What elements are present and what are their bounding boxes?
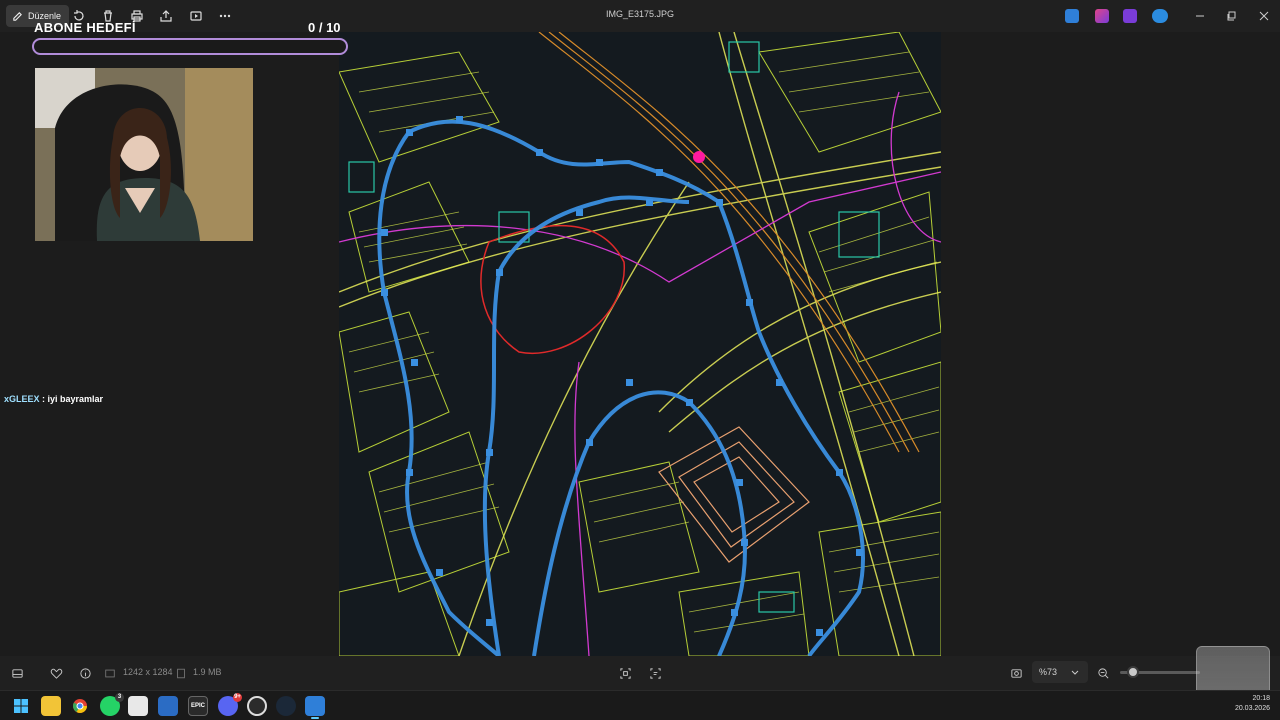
close-icon (1259, 11, 1269, 21)
clipchamp-icon[interactable] (1123, 9, 1137, 23)
maximize-icon (1227, 11, 1236, 21)
minimize-button[interactable] (1192, 8, 1208, 24)
chat-separator: : (39, 394, 48, 404)
zoom-slider-thumb[interactable] (1127, 666, 1139, 678)
photos-app: Düzenle IMG_E3175.JPG ABONE HEDEFİ 0 / 1… (0, 0, 1280, 716)
title-bar: Düzenle IMG_E3175.JPG (0, 0, 1280, 32)
status-bar: 1242 x 1284 1.9 MB %73 (0, 656, 1280, 690)
dimensions-icon (104, 665, 116, 681)
steam-icon[interactable] (276, 696, 296, 716)
image-dimensions: 1242 x 1284 (123, 667, 173, 677)
subscriber-goal-bar (32, 38, 348, 55)
edit-icon (13, 11, 22, 21)
system-clock[interactable]: 20:18 20.03.2026 (1228, 694, 1270, 714)
webcam-feed (35, 68, 253, 241)
slideshow-icon[interactable] (187, 7, 205, 25)
streamer-image (35, 68, 253, 241)
file-size: 1.9 MB (193, 667, 222, 677)
file-size-icon (175, 665, 187, 681)
discord-icon[interactable]: 9+ (218, 693, 242, 716)
share-icon[interactable] (157, 7, 175, 25)
chat-username: xGLEEX (4, 394, 40, 404)
close-button[interactable] (1256, 8, 1272, 24)
obs-icon[interactable] (247, 696, 267, 716)
photos-icon[interactable] (158, 696, 178, 716)
onedrive-icon[interactable] (1152, 9, 1168, 23)
window-title: IMG_E3175.JPG (605, 9, 675, 19)
fit-to-window-icon[interactable] (1008, 665, 1024, 681)
subscriber-goal-count: 0 / 10 (308, 20, 341, 35)
clock-time: 20:18 (1252, 695, 1270, 702)
cad-map-drawing (339, 32, 941, 656)
epic-games-icon[interactable]: EPIC (188, 696, 208, 716)
zoom-out-icon[interactable] (1095, 665, 1111, 681)
copilot-icon[interactable] (1095, 9, 1109, 23)
photos-app-icon[interactable] (1065, 9, 1079, 23)
favorite-icon[interactable] (48, 665, 64, 681)
chat-message: xGLEEX : iyi bayramlar (4, 394, 103, 404)
zoom-level-dropdown[interactable]: %73 (1032, 661, 1088, 683)
chat-text: iyi bayramlar (47, 394, 104, 404)
more-icon[interactable] (216, 7, 234, 25)
map-image[interactable] (339, 32, 941, 656)
chrome-icon[interactable] (70, 696, 90, 716)
filmstrip-icon[interactable] (9, 665, 25, 681)
whatsapp-icon[interactable]: 3 (100, 693, 124, 716)
clock-date: 20.03.2026 (1234, 705, 1270, 712)
crop-icon[interactable] (617, 665, 633, 681)
text-recognition-icon[interactable] (647, 665, 663, 681)
chevron-down-icon (1071, 670, 1079, 675)
snipping-tool-icon[interactable] (128, 696, 148, 716)
minimize-icon (1196, 15, 1204, 17)
photos-viewer-icon[interactable] (305, 696, 325, 719)
windows-start-icon[interactable] (11, 696, 31, 716)
file-explorer-icon[interactable] (41, 696, 61, 716)
discord-badge: 9+ (233, 693, 242, 702)
whatsapp-badge: 3 (115, 693, 124, 702)
zoom-level: %73 (1039, 667, 1058, 677)
taskbar: 3 EPIC 9+ (0, 690, 1280, 720)
maximize-button[interactable] (1224, 8, 1240, 24)
info-icon[interactable] (77, 665, 93, 681)
subscriber-goal-title: ABONE HEDEFİ (34, 20, 136, 35)
active-app-indicator (311, 717, 319, 719)
